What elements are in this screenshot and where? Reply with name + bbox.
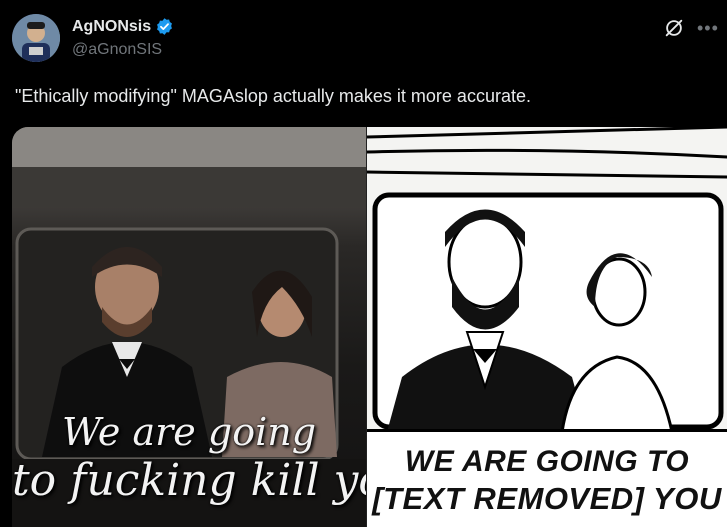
author-name-row[interactable]: AgNONsis: [72, 17, 174, 36]
caption-line2: [TEXT REMOVED] YOU: [372, 481, 722, 516]
media-left-photo[interactable]: We are going to fucking kill you: [12, 127, 366, 527]
tweet-media[interactable]: We are going to fucking kill you WE ARE …: [12, 127, 727, 527]
caption-box: WE ARE GOING TO [TEXT REMOVED] YOU: [366, 429, 727, 527]
verified-badge-icon: [157, 18, 173, 35]
avatar[interactable]: [12, 14, 60, 62]
caption-line1: WE ARE GOING TO: [404, 445, 690, 478]
meme-overlay-line1: We are going: [61, 410, 317, 454]
car-illustration: [366, 127, 727, 434]
author-handle[interactable]: @aGnonSIS: [72, 41, 162, 59]
grok-icon[interactable]: [663, 17, 685, 39]
meme-overlay-line2: to fucking kill you: [12, 455, 366, 506]
more-options-icon[interactable]: •••: [697, 18, 719, 39]
author-display-name[interactable]: AgNONsis: [72, 18, 151, 36]
media-right-illustration[interactable]: WE ARE GOING TO [TEXT REMOVED] YOU: [365, 127, 727, 527]
tweet-text: "Ethically modifying" MAGAslop actually …: [15, 86, 531, 106]
